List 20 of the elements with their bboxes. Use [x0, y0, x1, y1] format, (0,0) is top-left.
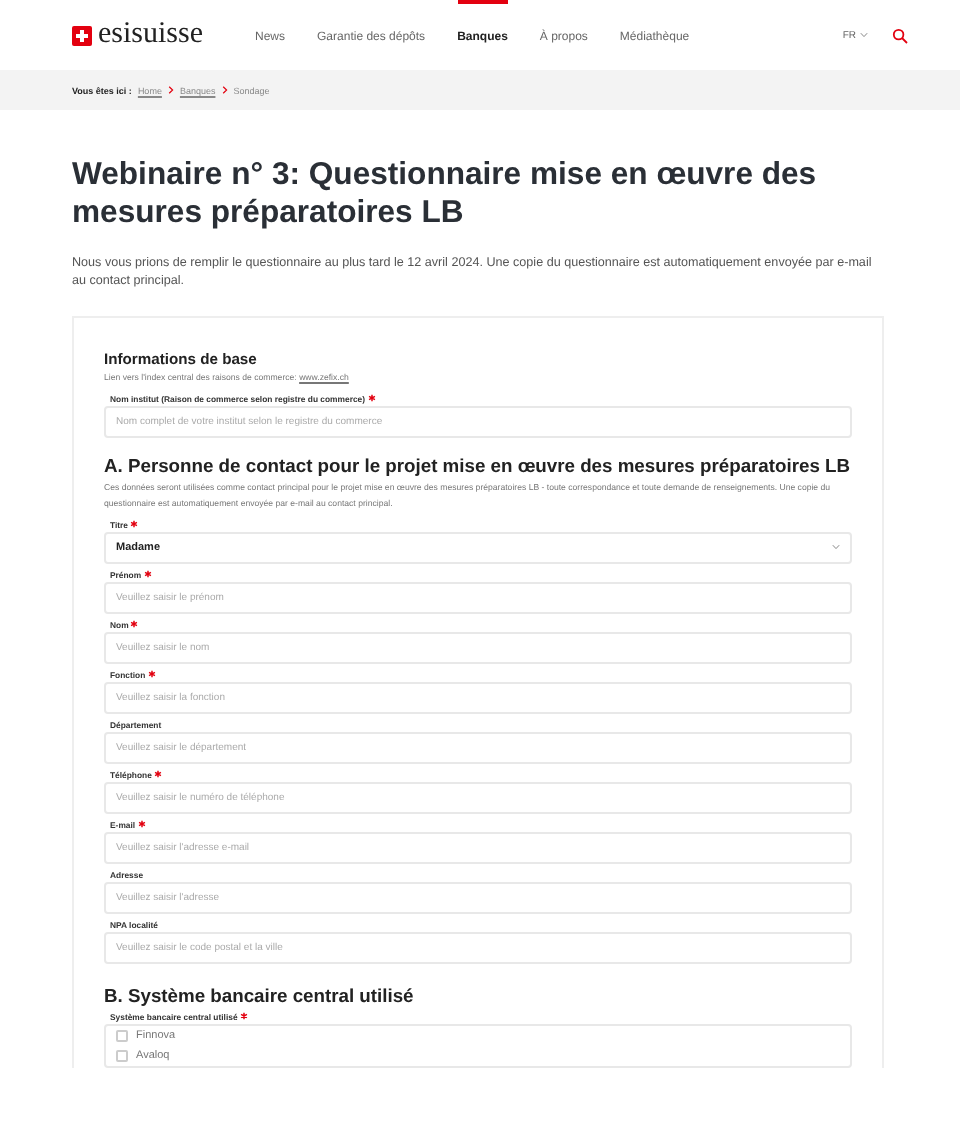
page-title: Webinaire n° 3: Questionnaire mise en œuvre des mesures préparatoires LB — [72, 158, 819, 234]
checkbox[interactable] — [116, 1049, 128, 1062]
required-icon — [239, 1011, 248, 1020]
required-icon — [143, 569, 152, 578]
required-icon — [137, 819, 146, 828]
required-icon — [367, 393, 376, 402]
chevron-down-icon — [860, 32, 868, 38]
required-icon — [130, 519, 138, 528]
required-icon — [147, 669, 156, 678]
required-icon — [153, 769, 162, 778]
swiss-cross-icon — [72, 25, 92, 45]
chevron-right-icon — [221, 86, 228, 94]
chevron-down-icon — [832, 544, 840, 551]
section-heading: B. Système bancaire central utilisé — [104, 983, 416, 1006]
required-icon — [130, 619, 139, 628]
search-icon[interactable] — [892, 27, 908, 43]
checkbox[interactable] — [116, 1029, 128, 1042]
section-heading: A. Personne de contact pour le projet mise en œuvre des mesures préparatoires LB — [104, 453, 852, 476]
chevron-right-icon — [167, 86, 174, 94]
logo-text[interactable]: esisuisse — [98, 18, 203, 52]
